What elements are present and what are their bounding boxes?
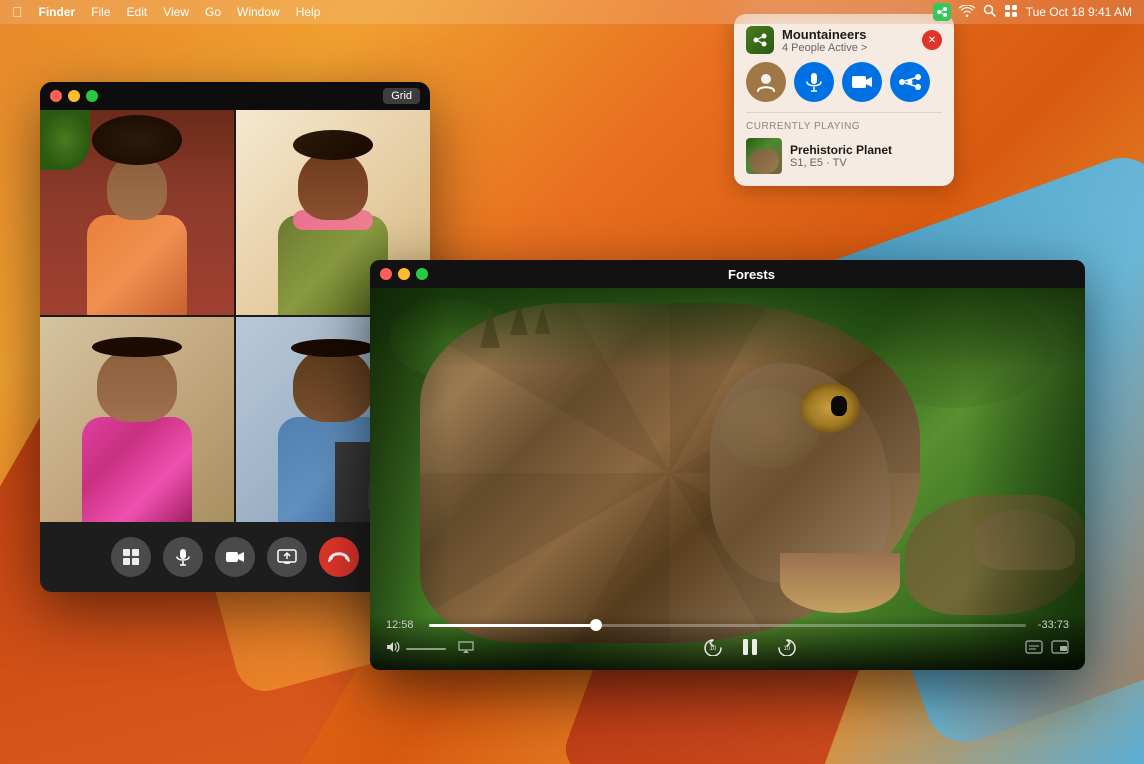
minimize-button[interactable] xyxy=(68,90,80,102)
shareplay-divider xyxy=(746,112,942,113)
shareplay-media-row: Prehistoric Planet S1, E5 · TV xyxy=(746,138,942,174)
play-pause-icon[interactable] xyxy=(740,637,760,660)
search-icon[interactable] xyxy=(983,4,996,20)
tv-minimize-button[interactable] xyxy=(398,268,410,280)
shareplay-close-button[interactable]: ✕ xyxy=(922,30,942,50)
foliage-overlay-right xyxy=(965,288,1085,670)
tv-titlebar: Forests xyxy=(370,260,1085,288)
subtitles-icon[interactable] xyxy=(1025,640,1043,657)
menubar-file[interactable]: File xyxy=(91,5,110,19)
camera-action-button[interactable] xyxy=(842,62,882,102)
menubar-app-name[interactable]: Finder xyxy=(39,5,76,19)
microphone-button[interactable] xyxy=(163,537,203,577)
forward-10-icon[interactable]: 10 xyxy=(776,638,796,659)
apple-menu-icon[interactable]:  xyxy=(12,4,23,20)
media-title: Prehistoric Planet xyxy=(790,143,892,157)
window-controls xyxy=(50,90,98,102)
tv-window: Forests xyxy=(370,260,1085,670)
maximize-button[interactable] xyxy=(86,90,98,102)
wifi-icon[interactable] xyxy=(959,5,975,20)
rewind-10-icon[interactable]: 10 xyxy=(704,638,724,659)
shareplay-menubar-icon[interactable] xyxy=(933,3,951,21)
menubar-help[interactable]: Help xyxy=(296,5,321,19)
playback-row: 10 1 xyxy=(386,637,1069,660)
tv-video-content: 12:58 -33:73 xyxy=(370,288,1085,670)
shareplay-header: Mountaineers 4 People Active > ✕ xyxy=(746,26,942,54)
shareplay-action-buttons xyxy=(746,62,942,102)
menubar:  Finder File Edit View Go Window Help xyxy=(0,0,1144,24)
tv-window-title: Forests xyxy=(428,267,1075,282)
grid-toggle-button[interactable] xyxy=(111,537,151,577)
video-cell-3 xyxy=(40,317,234,522)
volume-icon[interactable] xyxy=(386,641,400,656)
remaining-time: -33:73 xyxy=(1034,619,1069,631)
microphone-action-button[interactable] xyxy=(794,62,834,102)
media-thumbnail xyxy=(746,138,782,174)
progress-thumb[interactable] xyxy=(590,619,602,631)
media-subtitle: S1, E5 · TV xyxy=(790,157,892,169)
menubar-view[interactable]: View xyxy=(163,5,189,19)
video-cell-1 xyxy=(40,110,234,315)
camera-button[interactable] xyxy=(215,537,255,577)
shareplay-popup: Mountaineers 4 People Active > ✕ xyxy=(734,14,954,186)
tv-close-button[interactable] xyxy=(380,268,392,280)
airplay-icon[interactable] xyxy=(458,640,474,657)
media-season: S1, E5 xyxy=(790,157,823,169)
shareplay-action-button[interactable] xyxy=(890,62,930,102)
video-scene xyxy=(370,288,1085,670)
current-time: 12:58 xyxy=(386,619,421,631)
clock: Tue Oct 18 9:41 AM xyxy=(1026,5,1132,19)
progress-fill xyxy=(429,624,596,627)
menubar-window[interactable]: Window xyxy=(237,5,280,19)
progress-bar-row: 12:58 -33:73 xyxy=(386,619,1069,631)
desktop:  Finder File Edit View Go Window Help xyxy=(0,0,1144,764)
tv-maximize-button[interactable] xyxy=(416,268,428,280)
shareplay-title-block: Mountaineers 4 People Active > xyxy=(782,27,922,54)
media-info: Prehistoric Planet S1, E5 · TV xyxy=(790,143,892,169)
shareplay-app-icon xyxy=(746,26,774,54)
person-icon-button[interactable] xyxy=(746,62,786,102)
close-button[interactable] xyxy=(50,90,62,102)
thumbnail-dino-shape xyxy=(749,149,779,174)
menubar-edit[interactable]: Edit xyxy=(127,5,148,19)
progress-track[interactable] xyxy=(429,624,1026,627)
menubar-go[interactable]: Go xyxy=(205,5,221,19)
screen-share-button[interactable] xyxy=(267,537,307,577)
end-call-button[interactable] xyxy=(319,537,359,577)
facetime-titlebar: Grid xyxy=(40,82,430,110)
playback-left-controls xyxy=(386,640,474,657)
svg-text:10: 10 xyxy=(709,646,716,652)
tv-window-controls xyxy=(380,268,428,280)
playback-right-controls xyxy=(1025,640,1069,657)
pip-icon[interactable] xyxy=(1051,640,1069,657)
shareplay-people-active[interactable]: 4 People Active > xyxy=(782,42,922,54)
grid-view-button[interactable]: Grid xyxy=(383,88,420,104)
svg-text:10: 10 xyxy=(783,646,790,652)
tv-playback-controls: 12:58 -33:73 xyxy=(370,615,1085,670)
playback-center-controls: 10 1 xyxy=(704,637,796,660)
menubar-left:  Finder File Edit View Go Window Help xyxy=(12,4,320,20)
control-center-icon[interactable] xyxy=(1004,4,1018,21)
menubar-right: Tue Oct 18 9:41 AM xyxy=(933,3,1132,21)
shareplay-group-name: Mountaineers xyxy=(782,27,922,42)
volume-bar[interactable] xyxy=(406,648,446,650)
media-type: TV xyxy=(833,157,847,169)
currently-playing-label: Currently Playing xyxy=(746,121,942,132)
